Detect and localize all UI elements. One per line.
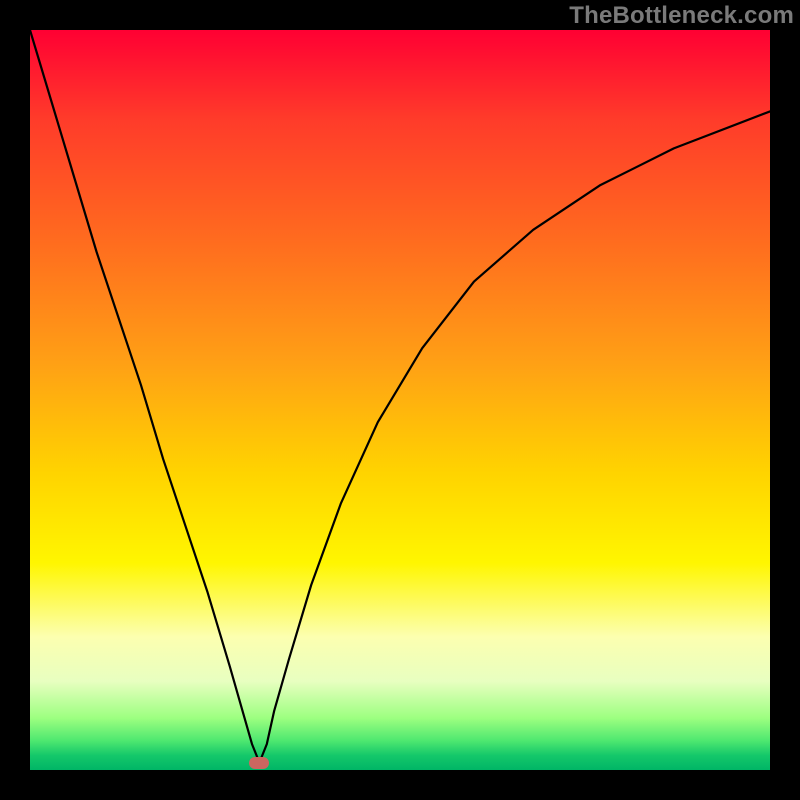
- chart-frame: TheBottleneck.com: [0, 0, 800, 800]
- optimal-point-marker: [249, 757, 269, 769]
- bottleneck-curve: [30, 30, 770, 770]
- plot-area: [30, 30, 770, 770]
- watermark-text: TheBottleneck.com: [569, 2, 794, 30]
